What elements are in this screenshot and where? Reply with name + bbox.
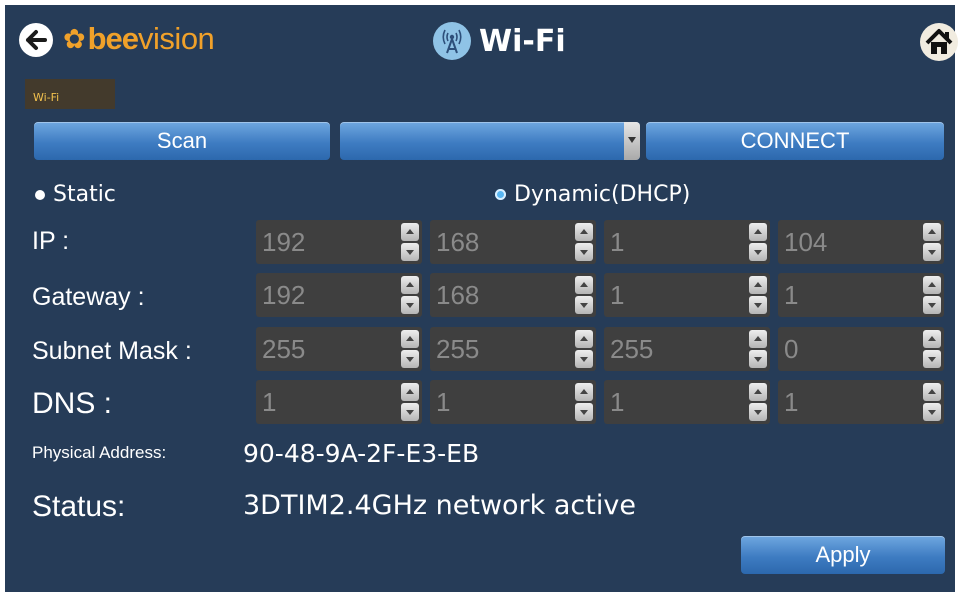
- decrement-arrow-icon[interactable]: [923, 243, 941, 261]
- ip-octet-1-value: 192: [262, 227, 306, 257]
- decrement-arrow-icon[interactable]: [749, 403, 767, 421]
- logo-bee-text: bee: [87, 21, 139, 56]
- increment-arrow-icon[interactable]: [401, 330, 419, 348]
- subnet-octet-3[interactable]: 255: [604, 327, 770, 371]
- increment-arrow-icon[interactable]: [401, 223, 419, 241]
- increment-arrow-icon[interactable]: [749, 383, 767, 401]
- ip-octet-3[interactable]: 1: [604, 220, 770, 264]
- logo-vision-text: vision: [138, 21, 215, 56]
- increment-arrow-icon[interactable]: [923, 223, 941, 241]
- decrement-arrow-icon[interactable]: [923, 350, 941, 368]
- apply-button[interactable]: Apply: [741, 536, 945, 574]
- physical-address-label: Physical Address:: [32, 443, 167, 462]
- decrement-arrow-icon[interactable]: [575, 243, 593, 261]
- static-radio[interactable]: Static: [35, 182, 116, 207]
- ip-octet-2[interactable]: 168: [430, 220, 596, 264]
- decrement-arrow-icon[interactable]: [401, 296, 419, 314]
- increment-arrow-icon[interactable]: [749, 276, 767, 294]
- dns-octet-3-value: 1: [610, 387, 625, 417]
- dns-octet-1-value: 1: [262, 387, 277, 417]
- ip-octet-1[interactable]: 192: [256, 220, 422, 264]
- back-button[interactable]: [19, 23, 53, 57]
- dhcp-radio-label: Dynamic(DHCP): [514, 182, 691, 207]
- subnet-mask-label: Subnet Mask :: [32, 337, 192, 365]
- decrement-arrow-icon[interactable]: [749, 296, 767, 314]
- increment-arrow-icon[interactable]: [749, 330, 767, 348]
- decrement-arrow-icon[interactable]: [401, 403, 419, 421]
- dns-octet-4-value: 1: [784, 387, 799, 417]
- decrement-arrow-icon[interactable]: [923, 403, 941, 421]
- increment-arrow-icon[interactable]: [575, 383, 593, 401]
- arrow-left-icon: [26, 30, 47, 50]
- gateway-octet-2-value: 168: [436, 280, 480, 310]
- static-radio-label: Static: [53, 182, 116, 207]
- radio-dot-icon: [35, 189, 45, 200]
- dns-octet-4[interactable]: 1: [778, 380, 944, 424]
- increment-arrow-icon[interactable]: [749, 223, 767, 241]
- radio-selected-dot-icon: [495, 189, 506, 200]
- ip-octet-4[interactable]: 104: [778, 220, 944, 264]
- home-button[interactable]: [920, 23, 958, 61]
- subnet-octet-4[interactable]: 0: [778, 327, 944, 371]
- increment-arrow-icon[interactable]: [923, 330, 941, 348]
- ip-octet-2-value: 168: [436, 227, 480, 257]
- decrement-arrow-icon[interactable]: [923, 296, 941, 314]
- decrement-arrow-icon[interactable]: [575, 350, 593, 368]
- gateway-octet-4-value: 1: [784, 280, 799, 310]
- subnet-octet-4-value: 0: [784, 334, 799, 364]
- dhcp-radio[interactable]: Dynamic(DHCP): [495, 182, 690, 207]
- scan-button[interactable]: Scan: [34, 122, 330, 160]
- increment-arrow-icon[interactable]: [575, 223, 593, 241]
- dns-octet-3[interactable]: 1: [604, 380, 770, 424]
- increment-arrow-icon[interactable]: [575, 330, 593, 348]
- subnet-octet-3-value: 255: [610, 334, 654, 364]
- page-title: Wi-Fi: [479, 23, 566, 59]
- increment-arrow-icon[interactable]: [401, 383, 419, 401]
- increment-arrow-icon[interactable]: [923, 383, 941, 401]
- subnet-octet-2-value: 255: [436, 334, 480, 364]
- gateway-octet-1[interactable]: 192: [256, 273, 422, 317]
- subnet-octet-1[interactable]: 255: [256, 327, 422, 371]
- connect-button[interactable]: CONNECT: [646, 122, 944, 160]
- gateway-octet-3[interactable]: 1: [604, 273, 770, 317]
- wifi-settings-screen: ✿ bee vision Wi-Fi Wi-Fi Scan CONNECT Sta…: [5, 5, 958, 592]
- beevision-logo: ✿ bee vision: [63, 19, 215, 59]
- dropdown-arrow-icon[interactable]: [624, 122, 640, 160]
- increment-arrow-icon[interactable]: [401, 276, 419, 294]
- tab-wifi[interactable]: Wi-Fi: [25, 79, 115, 109]
- page-header: Wi-Fi: [433, 19, 566, 63]
- decrement-arrow-icon[interactable]: [401, 243, 419, 261]
- dns-octet-2-value: 1: [436, 387, 451, 417]
- ip-octet-3-value: 1: [610, 227, 625, 257]
- network-select[interactable]: [340, 122, 640, 160]
- increment-arrow-icon[interactable]: [575, 276, 593, 294]
- dns-octet-1[interactable]: 1: [256, 380, 422, 424]
- bee-logo-icon: ✿: [63, 23, 86, 55]
- status-value: 3DTIM2.4GHz network active: [243, 490, 636, 521]
- physical-address-value: 90-48-9A-2F-E3-EB: [243, 439, 480, 468]
- subnet-octet-2[interactable]: 255: [430, 327, 596, 371]
- subnet-octet-1-value: 255: [262, 334, 306, 364]
- decrement-arrow-icon[interactable]: [749, 243, 767, 261]
- gateway-octet-2[interactable]: 168: [430, 273, 596, 317]
- dns-octet-2[interactable]: 1: [430, 380, 596, 424]
- wifi-antenna-icon: [433, 22, 471, 60]
- decrement-arrow-icon[interactable]: [401, 350, 419, 368]
- gateway-label: Gateway :: [32, 283, 145, 311]
- gateway-octet-1-value: 192: [262, 280, 306, 310]
- dns-label: DNS :: [32, 387, 113, 420]
- status-label: Status:: [32, 490, 126, 523]
- ip-octet-4-value: 104: [784, 227, 828, 257]
- gateway-octet-4[interactable]: 1: [778, 273, 944, 317]
- decrement-arrow-icon[interactable]: [575, 296, 593, 314]
- decrement-arrow-icon[interactable]: [575, 403, 593, 421]
- home-icon: [925, 29, 953, 54]
- increment-arrow-icon[interactable]: [923, 276, 941, 294]
- ip-label: IP :: [32, 227, 70, 255]
- gateway-octet-3-value: 1: [610, 280, 625, 310]
- decrement-arrow-icon[interactable]: [749, 350, 767, 368]
